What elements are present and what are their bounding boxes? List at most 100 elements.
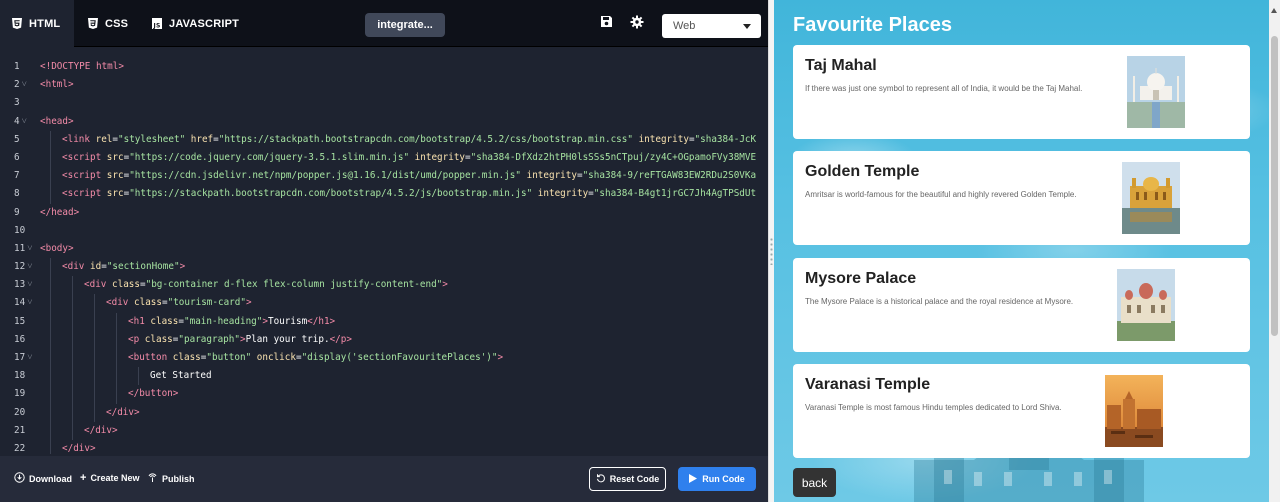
code-token: <script [62,188,107,200]
tab-html[interactable]: HTML [0,0,74,47]
card-description: Varanasi Temple is most famous Hindu tem… [805,403,1062,412]
indent-guide [50,148,51,168]
line-number: 3 [0,94,38,112]
line-number-text: 17 [14,352,26,363]
line-number: 20 [0,404,38,422]
reset-code-button[interactable]: Reset Code [589,467,666,491]
scroll-up-arrow-icon[interactable] [1271,8,1277,13]
line-number: 12 ˅ [0,258,38,276]
indent-guide [50,403,51,422]
line-number: 9 [0,204,38,222]
code-line[interactable]: 15 <h1 class="main-heading">Tourism</h1> [0,312,768,331]
code-line[interactable]: 3 [0,94,768,112]
code-line[interactable]: 21 </div> [0,421,768,440]
code-line[interactable]: 9 </head> [0,204,768,222]
editor-toolbar: HTML CSS JS JAVASCRIPT integrate... Web [0,0,768,47]
code-line[interactable]: 10 [0,222,768,240]
reset-icon [596,473,606,485]
project-name-button[interactable]: integrate... [365,13,445,37]
playground-app: HTML CSS JS JAVASCRIPT integrate... Web … [0,0,1280,502]
run-code-button[interactable]: Run Code [678,467,756,491]
place-card-taj-mahal[interactable]: Taj Mahal If there was just one symbol t… [793,45,1250,139]
code-token: Get Started [150,370,212,382]
indent-guide [50,349,51,368]
fold-chevron-icon[interactable]: ˅ [27,279,32,290]
tab-css[interactable]: CSS [88,0,128,47]
code-line[interactable]: 17 ˅ <button class="button" onclick="displ… [0,349,768,368]
fold-chevron-icon[interactable]: ˅ [22,79,27,90]
golden-temple-photo [1122,162,1180,234]
line-number: 2 ˅ [0,76,38,94]
code-line[interactable]: 8 <script src="https://stackpath.bootstra… [0,185,768,204]
place-card-golden-temple[interactable]: Golden Temple Amritsar is world-famous f… [793,151,1250,245]
indent-guide [116,385,117,404]
code-token: "display('sectionFavouritePlaces')" [301,352,498,363]
code-token: "sha384-9/reFTGAW83EW2RDu2S0VKa [582,170,757,182]
code-line[interactable]: 4 ˅ <head> [0,113,768,131]
code-line[interactable]: 18 Get Started [0,367,768,386]
publish-button[interactable]: Publish [147,472,195,485]
code-token: integrity [526,170,577,182]
code-token: </h1> [307,315,336,327]
code-line[interactable]: 19 </button> [0,385,768,404]
code-line[interactable]: 22 </div> [0,439,768,454]
code-token: class [144,333,173,345]
line-number: 4 ˅ [0,113,38,131]
code-token: src [106,170,124,182]
indent-guide [50,258,51,277]
code-line[interactable]: 13 ˅ <div class="bg-container d-flex flex-… [0,276,768,295]
fold-chevron-icon[interactable]: ˅ [27,261,32,272]
line-number: 18 [0,367,38,385]
code-line[interactable]: 20 </div> [0,403,768,422]
line-number-text: 22 [14,442,26,454]
fold-chevron-icon[interactable]: ˅ [27,352,32,363]
code-line[interactable]: 5 <link rel="stylesheet" href="https://st… [0,130,768,149]
fold-chevron-icon[interactable]: ˅ [22,116,27,127]
code-line[interactable]: 12 ˅ <div id="sectionHome"> [0,258,768,277]
download-button[interactable]: Download [14,472,72,485]
scrollbar-thumb[interactable] [1271,36,1278,336]
gear-icon [630,15,644,34]
code-line[interactable]: 11 ˅ <body> [0,240,768,258]
view-mode-select[interactable]: Web [662,14,761,38]
back-button[interactable]: back [793,468,836,497]
code-area[interactable]: 1 <!DOCTYPE html> 2 ˅ <html> 3 4 ˅ <head> 5 <link … [0,58,768,454]
indent-guide [50,330,51,349]
code-token: "button" [206,352,257,363]
indent-guide [50,421,51,440]
publish-label: Publish [162,473,195,484]
fold-chevron-icon[interactable]: ˅ [27,297,32,308]
svg-text:JS: JS [153,23,161,30]
code-token: class [112,279,140,291]
code-line[interactable]: 14 ˅ <div class="tourism-card"> [0,294,768,313]
save-button[interactable] [598,16,614,32]
fold-chevron-icon[interactable]: ˅ [27,243,32,254]
line-content: <html> [40,76,74,94]
code-line[interactable]: 6 <script src="https://code.jquery.com/jq… [0,148,768,168]
indent-guide [138,367,139,386]
line-content: </div> [84,422,118,440]
chevron-down-icon [743,24,751,29]
code-line[interactable]: 7 <script src="https://cdn.jsdelivr.net/n… [0,167,768,186]
place-card-mysore-palace[interactable]: Mysore Palace The Mysore Palace is a his… [793,258,1250,352]
settings-button[interactable] [629,15,645,34]
line-number-text: 16 [14,333,26,345]
line-number-text: 14 [14,297,26,309]
create-new-button[interactable]: + Create New [80,472,139,484]
line-number: 22 [0,440,38,454]
code-token: "sha384-B4gt1jrGC7Jh4AgTPSdUt [593,188,757,200]
place-card-varanasi-temple[interactable]: Varanasi Temple Varanasi Temple is most … [793,364,1250,458]
line-number-text: 18 [14,370,26,382]
code-token: "sha384-JcK [694,133,757,145]
code-line[interactable]: 1 <!DOCTYPE html> [0,58,768,76]
tab-javascript[interactable]: JS JAVASCRIPT [152,0,239,47]
code-line[interactable]: 2 ˅ <html> [0,76,768,94]
line-content: <link rel="stylesheet" href="https://sta… [62,131,756,149]
card-description: Amritsar is world-famous for the beautif… [805,190,1077,199]
code-line[interactable]: 16 <p class="paragraph">Plan your trip.</… [0,330,768,349]
preview-scrollbar[interactable] [1269,0,1280,502]
code-token: </button> [128,388,179,400]
code-token: integrity [537,188,589,200]
indent-guide [50,130,51,149]
line-number-text: 10 [14,224,26,236]
